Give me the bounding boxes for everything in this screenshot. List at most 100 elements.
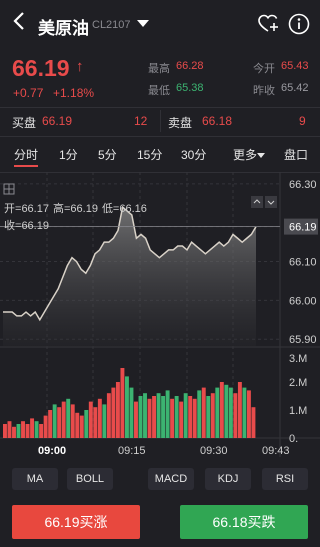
volume-bar bbox=[215, 387, 220, 438]
divider bbox=[0, 136, 320, 137]
tab-5min[interactable]: 5分 bbox=[98, 146, 117, 163]
volume-bar bbox=[206, 396, 211, 438]
back-icon[interactable] bbox=[12, 10, 30, 34]
tab-more[interactable]: 更多 bbox=[233, 146, 257, 163]
volume-bar bbox=[183, 393, 188, 438]
bid-price: 66.19 bbox=[42, 114, 73, 128]
time-axis-label: 09:00 bbox=[38, 445, 66, 457]
volume-bar bbox=[66, 398, 71, 438]
volume-bar bbox=[237, 382, 242, 438]
instrument-code[interactable]: CL2107 bbox=[92, 19, 131, 31]
tab-15min[interactable]: 15分 bbox=[137, 146, 162, 163]
volume-bar bbox=[93, 407, 98, 438]
open-value: 65.43 bbox=[281, 60, 309, 72]
price-axis-label: 66.10 bbox=[289, 257, 317, 269]
volume-bar bbox=[102, 404, 107, 438]
watchlist-add-icon[interactable] bbox=[258, 14, 280, 34]
volume-bar bbox=[84, 410, 89, 438]
volume-bar bbox=[7, 421, 12, 438]
indicator-kdj-button[interactable]: KDJ bbox=[205, 468, 251, 490]
zoom-in-icon[interactable] bbox=[251, 196, 263, 208]
volume-bar bbox=[134, 401, 138, 438]
indicator-ma-button[interactable]: MA bbox=[12, 468, 58, 490]
volume-axis-label: 3.M bbox=[289, 353, 307, 365]
instrument-title[interactable]: 美原油 bbox=[38, 14, 89, 39]
price-axis-label: 66.30 bbox=[289, 179, 317, 191]
info-high-value: 66.19 bbox=[70, 203, 98, 215]
volume-bar bbox=[210, 393, 215, 438]
volume-bar bbox=[124, 376, 129, 438]
volume-bar bbox=[61, 401, 66, 438]
indicator-boll-button[interactable]: BOLL bbox=[67, 468, 113, 490]
volume-bar bbox=[25, 424, 30, 438]
bid-label: 买盘 bbox=[12, 116, 37, 130]
volume-bar bbox=[16, 424, 21, 438]
info-open-label: 开= bbox=[4, 203, 21, 215]
tab-timeshare[interactable]: 分时 bbox=[14, 146, 38, 163]
time-axis-label: 09:15 bbox=[118, 445, 146, 457]
volume-bar bbox=[242, 387, 247, 438]
info-low-value: 66.16 bbox=[119, 203, 147, 215]
buy-up-button[interactable]: 66.19买涨 bbox=[12, 505, 140, 539]
volume-bar bbox=[115, 382, 120, 438]
volume-bar bbox=[106, 393, 111, 438]
buy-down-button[interactable]: 66.18买跌 bbox=[180, 505, 308, 539]
info-close-label: 收= bbox=[4, 218, 21, 232]
tab-1min[interactable]: 1分 bbox=[59, 146, 78, 163]
info-high-label: 高= bbox=[53, 201, 70, 215]
volume-bar bbox=[224, 384, 229, 438]
info-close-value: 66.19 bbox=[21, 220, 49, 232]
chevron-down-icon[interactable] bbox=[137, 20, 149, 27]
zoom-out-icon[interactable] bbox=[265, 196, 277, 208]
volume-bar bbox=[233, 393, 238, 438]
svg-text:收=66.19: 收=66.19 bbox=[4, 218, 49, 232]
volume-bar bbox=[143, 393, 147, 438]
high-label: 最高 bbox=[148, 63, 170, 75]
volume-bar bbox=[57, 407, 62, 438]
high-value: 66.28 bbox=[176, 60, 204, 72]
volume-bar bbox=[30, 418, 35, 438]
tab-30min[interactable]: 30分 bbox=[181, 146, 206, 163]
price-change: +0.77 bbox=[13, 86, 44, 100]
volume-bar bbox=[152, 396, 157, 438]
time-axis-label: 09:43 bbox=[262, 445, 290, 457]
time-axis-label: 09:30 bbox=[200, 445, 228, 457]
volume-bar bbox=[179, 401, 184, 438]
prev-close-label: 昨收 bbox=[253, 85, 275, 97]
low-label: 最低 bbox=[148, 85, 170, 97]
volume-bar bbox=[246, 390, 251, 438]
volume-bar bbox=[3, 424, 7, 438]
price-axis-label: 66.00 bbox=[289, 295, 317, 307]
volume-bar bbox=[170, 398, 175, 438]
volume-bar bbox=[129, 387, 134, 438]
low-value: 65.38 bbox=[176, 82, 204, 94]
volume-bar bbox=[75, 412, 80, 438]
volume-bar bbox=[79, 415, 84, 438]
chevron-down-icon[interactable] bbox=[257, 153, 265, 158]
volume-bar bbox=[156, 393, 161, 438]
price-chart[interactable]: 66.30 66.10 66.00 65.90 66.19 3.M 2.M 1.M 0. 09:0… bbox=[0, 172, 320, 462]
last-price: 66.19 bbox=[12, 55, 70, 81]
volume-bar bbox=[34, 421, 39, 438]
volume-bar bbox=[12, 426, 16, 438]
svg-text:开=66.17高=66.19低=66.16: 开=66.17 高=66.19 低=66.16 bbox=[4, 201, 147, 215]
volume-bar bbox=[138, 396, 143, 438]
crosshair-icon[interactable] bbox=[3, 183, 15, 195]
info-open-value: 66.17 bbox=[21, 203, 49, 215]
volume-axis-label: 2.M bbox=[289, 377, 307, 389]
price-axis-label: 65.90 bbox=[289, 334, 317, 346]
indicator-rsi-button[interactable]: RSI bbox=[262, 468, 308, 490]
tab-orderbook[interactable]: 盘口 bbox=[284, 146, 308, 163]
indicator-macd-button[interactable]: MACD bbox=[148, 468, 194, 490]
info-icon[interactable] bbox=[288, 13, 310, 35]
volume-bar bbox=[251, 407, 256, 438]
volume-bar bbox=[188, 396, 193, 438]
ask-size: 9 bbox=[299, 114, 306, 128]
bid-size: 12 bbox=[134, 114, 148, 128]
volume-bar bbox=[228, 387, 233, 438]
divider bbox=[0, 107, 320, 108]
volume-bar bbox=[70, 404, 75, 438]
volume-bar bbox=[192, 398, 197, 438]
volume-bar bbox=[48, 410, 53, 438]
volume-bar bbox=[43, 415, 48, 438]
